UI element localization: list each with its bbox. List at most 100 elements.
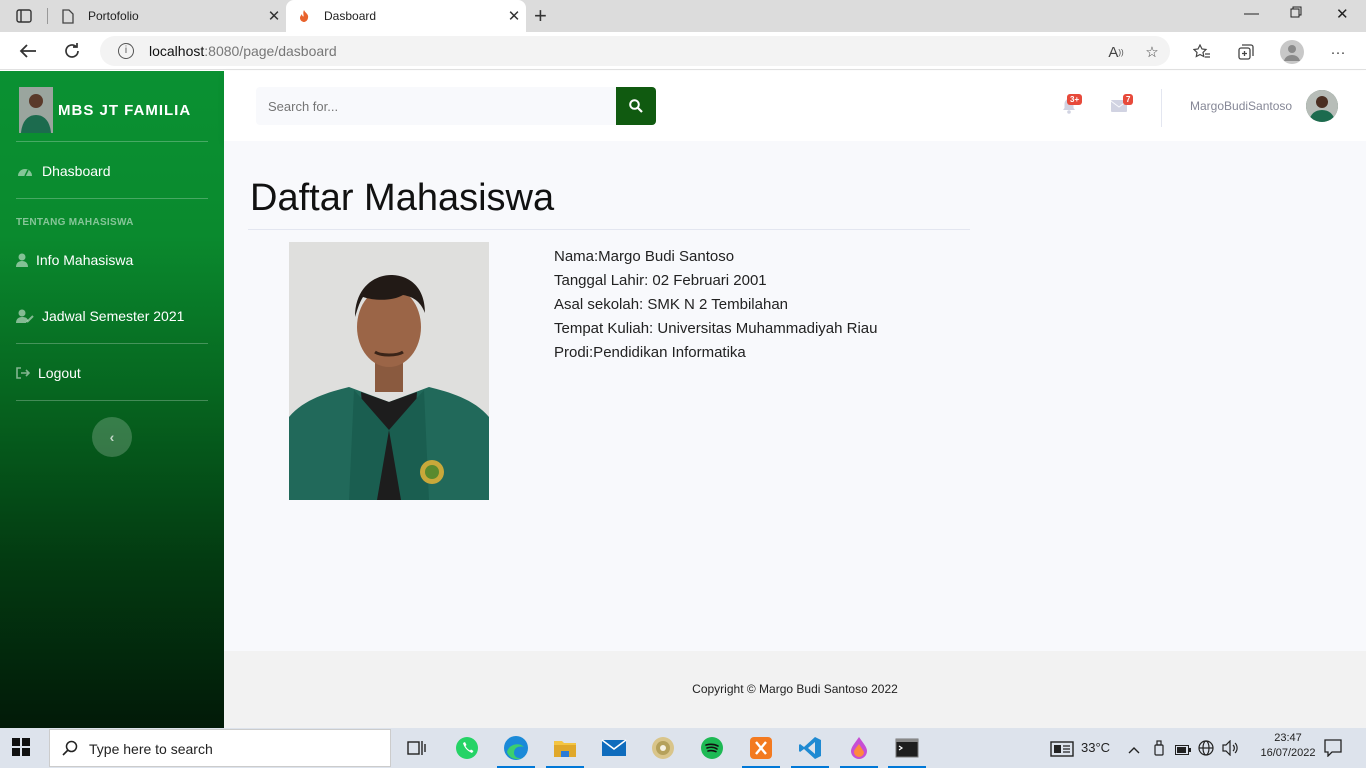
- add-favorite-icon[interactable]: ☆: [1142, 42, 1162, 62]
- tab-actions-icon[interactable]: [8, 6, 40, 26]
- flame-icon: [296, 8, 312, 24]
- task-view-icon[interactable]: [403, 734, 431, 762]
- close-tab-icon[interactable]: ✕: [502, 7, 526, 25]
- globe-network-icon[interactable]: [1198, 740, 1214, 759]
- search-icon: [62, 740, 78, 756]
- info-nama: Nama:Margo Budi Santoso: [554, 248, 735, 265]
- info-tanggal-lahir: Tanggal Lahir: 02 Februari 2001: [554, 272, 767, 289]
- clock-time: 23:47: [1274, 732, 1302, 744]
- color-drop-icon[interactable]: [845, 734, 873, 762]
- sidebar-divider: [16, 400, 208, 401]
- minimize-icon[interactable]: —: [1244, 5, 1259, 22]
- tachometer-icon: [16, 165, 34, 177]
- browser-tab-strip: Portofolio ✕ Dasboard ✕ + — ✕: [0, 0, 1366, 32]
- address-bar-row: i localhost:8080/page/dasboard A)) ☆ ···: [0, 32, 1366, 70]
- sidebar-item-label: Jadwal Semester 2021: [42, 308, 185, 324]
- taskbar-search-placeholder: Type here to search: [89, 741, 213, 757]
- sidebar-toggle-button[interactable]: ‹: [92, 417, 132, 457]
- main-content: Daftar Mahasiswa Nama:Margo Budi Santoso…: [224, 141, 1366, 651]
- mail-icon[interactable]: [600, 734, 628, 762]
- disc-app-icon[interactable]: [649, 734, 677, 762]
- battery-icon[interactable]: [1175, 743, 1191, 758]
- sidebar-divider: [16, 141, 208, 142]
- student-info: Nama:Margo Budi Santoso Tanggal Lahir: 0…: [554, 245, 877, 365]
- collections-icon[interactable]: [1236, 42, 1256, 62]
- chevron-up-icon[interactable]: [1128, 742, 1140, 757]
- user-edit-icon: [16, 309, 34, 323]
- sidebar-divider: [16, 198, 208, 199]
- url-text: localhost:8080/page/dasboard: [149, 43, 337, 59]
- url-field[interactable]: i localhost:8080/page/dasboard: [100, 36, 1170, 66]
- vscode-icon[interactable]: [796, 734, 824, 762]
- back-icon[interactable]: [16, 39, 40, 63]
- refresh-icon[interactable]: [60, 39, 84, 63]
- edge-icon[interactable]: [502, 734, 530, 762]
- alerts-badge: 3+: [1067, 94, 1083, 105]
- brand[interactable]: MBS JT FAMILIA: [19, 87, 191, 133]
- sidebar-item-logout[interactable]: Logout: [16, 365, 81, 381]
- student-photo: [289, 242, 489, 500]
- xampp-icon[interactable]: [747, 734, 775, 762]
- brand-name: MBS JT FAMILIA: [58, 101, 192, 119]
- info-asal-sekolah: Asal sekolah: SMK N 2 Tembilahan: [554, 296, 789, 313]
- info-icon[interactable]: i: [118, 43, 134, 59]
- copyright-text: Copyright © Margo Budi Santoso 2022: [692, 682, 898, 696]
- avatar[interactable]: [1306, 90, 1338, 122]
- info-tempat-kuliah: Tempat Kuliah: Universitas Muhammadiyah …: [554, 320, 878, 337]
- file-explorer-icon[interactable]: [551, 734, 579, 762]
- search-group: [256, 87, 656, 125]
- page-icon: [60, 8, 76, 24]
- tab-title: Portofolio: [88, 9, 139, 23]
- footer: Copyright © Margo Budi Santoso 2022: [224, 651, 1366, 728]
- volume-icon[interactable]: [1222, 739, 1240, 759]
- sign-out-icon: [16, 367, 30, 379]
- sidebar-heading: TENTANG MAHASISWA: [16, 217, 134, 228]
- browser-tab-dasboard[interactable]: Dasboard ✕: [286, 0, 526, 32]
- messages-dropdown[interactable]: 7: [1109, 94, 1134, 116]
- whatsapp-icon[interactable]: [453, 734, 481, 762]
- sidebar-item-label: Logout: [38, 365, 81, 381]
- temperature[interactable]: 33°C: [1081, 740, 1110, 755]
- tab-separator: [47, 8, 48, 24]
- windows-start-icon[interactable]: [12, 738, 32, 758]
- sidebar-item-label: Info Mahasiswa: [36, 252, 134, 268]
- page-title: Daftar Mahasiswa: [250, 177, 555, 219]
- profile-icon[interactable]: [1280, 40, 1304, 64]
- browser-tab-portofolio[interactable]: Portofolio ✕: [50, 0, 286, 32]
- sidebar-item-info-mahasiswa[interactable]: Info Mahasiswa: [16, 252, 133, 268]
- taskbar: Type here to search 33°C 23:47 16/07/202…: [0, 728, 1366, 768]
- news-weather-icon[interactable]: [1050, 741, 1074, 760]
- close-window-icon[interactable]: ✕: [1336, 5, 1349, 23]
- usb-device-icon[interactable]: [1153, 740, 1165, 759]
- favorites-icon[interactable]: [1192, 42, 1212, 62]
- clock[interactable]: 23:47 16/07/2022: [1258, 731, 1318, 761]
- sidebar-item-label: Dhasboard: [42, 163, 111, 179]
- user-icon: [16, 253, 28, 267]
- search-icon: [629, 99, 643, 113]
- more-menu-icon[interactable]: ···: [1328, 42, 1348, 62]
- search-button[interactable]: [616, 87, 656, 125]
- restore-icon[interactable]: [1290, 5, 1302, 22]
- new-tab-icon[interactable]: +: [534, 3, 547, 29]
- close-tab-icon[interactable]: ✕: [262, 7, 286, 25]
- sidebar-divider: [16, 343, 208, 344]
- sidebar-item-dashboard[interactable]: Dhasboard: [16, 163, 111, 179]
- messages-badge: 7: [1123, 94, 1134, 105]
- alerts-dropdown[interactable]: 3+: [1059, 94, 1083, 116]
- brand-logo: [19, 87, 53, 133]
- sidebar-item-jadwal[interactable]: Jadwal Semester 2021: [16, 308, 184, 324]
- notification-icon[interactable]: [1324, 739, 1342, 760]
- taskbar-search-input[interactable]: Type here to search: [49, 729, 391, 767]
- title-divider: [248, 229, 970, 230]
- topbar: 3+ 7 MargoBudiSantoso: [224, 71, 1366, 141]
- terminal-icon[interactable]: [893, 734, 921, 762]
- topbar-divider: [1161, 89, 1162, 127]
- sidebar: MBS JT FAMILIA Dhasboard TENTANG MAHASIS…: [0, 71, 224, 728]
- tab-title: Dasboard: [324, 9, 377, 23]
- spotify-icon[interactable]: [698, 734, 726, 762]
- clock-date: 16/07/2022: [1260, 747, 1316, 759]
- user-name[interactable]: MargoBudiSantoso: [1190, 99, 1292, 113]
- search-input[interactable]: [256, 87, 616, 125]
- read-aloud-icon[interactable]: A)): [1106, 42, 1126, 62]
- chevron-left-icon: ‹: [109, 429, 115, 445]
